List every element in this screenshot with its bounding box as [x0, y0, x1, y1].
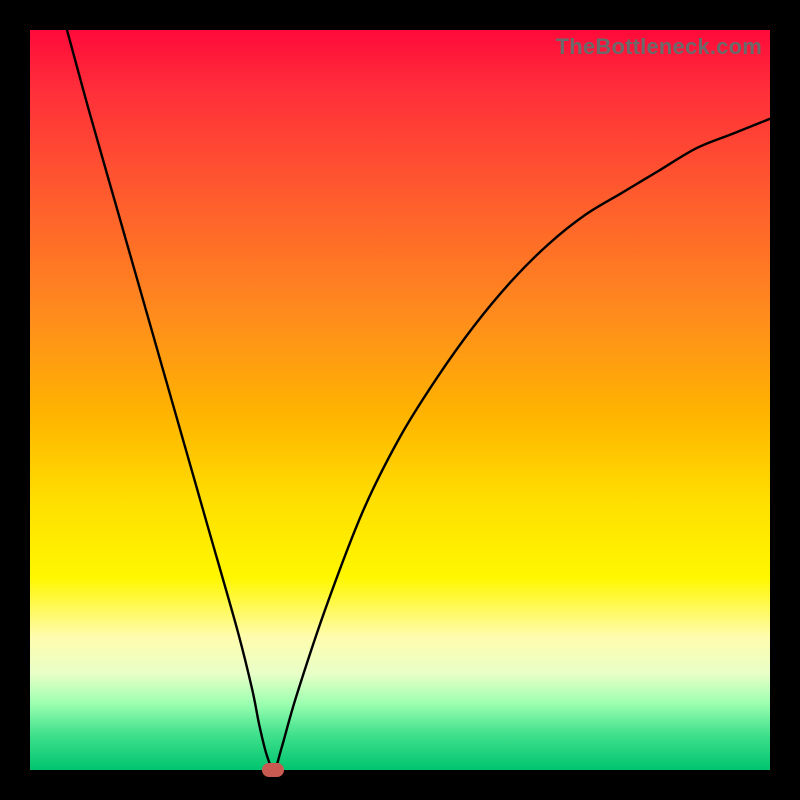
plot-area: TheBottleneck.com	[30, 30, 770, 770]
curve-svg	[30, 30, 770, 770]
bottleneck-curve	[67, 30, 770, 770]
chart-frame: TheBottleneck.com	[0, 0, 800, 800]
optimum-marker	[262, 763, 284, 777]
